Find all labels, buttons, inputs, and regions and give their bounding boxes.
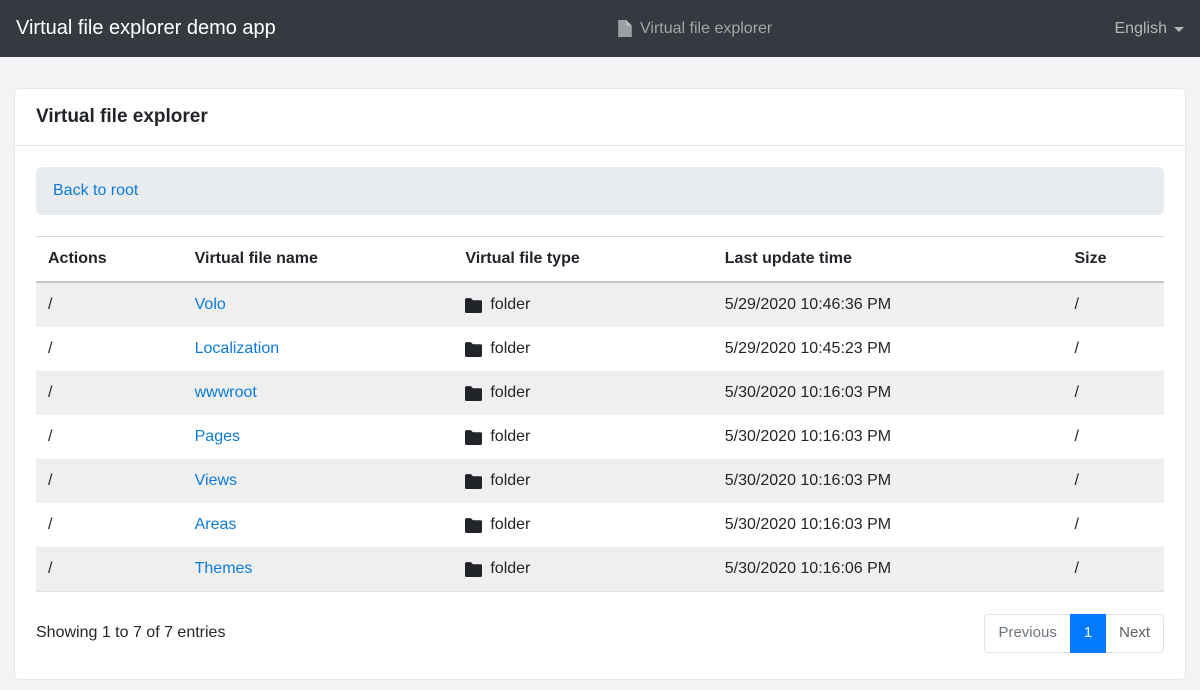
- table-row: /Volofolder5/29/2020 10:46:36 PM/: [36, 282, 1164, 327]
- back-to-root-bar: Back to root: [36, 167, 1164, 215]
- cell-size: /: [1062, 415, 1164, 459]
- folder-icon: [465, 474, 482, 489]
- cell-size: /: [1062, 371, 1164, 415]
- table-footer: Showing 1 to 7 of 7 entries Previous 1 N…: [36, 614, 1164, 653]
- pagination-page-1-button[interactable]: 1: [1070, 614, 1106, 653]
- header-updated: Last update time: [713, 237, 1063, 283]
- folder-icon: [465, 386, 482, 401]
- top-navbar: Virtual file explorer demo app Virtual f…: [0, 0, 1200, 57]
- table-row: /Viewsfolder5/30/2020 10:16:03 PM/: [36, 459, 1164, 503]
- cell-size: /: [1062, 547, 1164, 592]
- file-name-link[interactable]: Volo: [195, 296, 226, 313]
- folder-icon: [465, 562, 482, 577]
- cell-type: folder: [453, 547, 712, 592]
- cell-updated: 5/30/2020 10:16:03 PM: [713, 371, 1063, 415]
- language-label: English: [1115, 20, 1167, 38]
- header-type: Virtual file type: [453, 237, 712, 283]
- file-type-label: folder: [490, 516, 530, 534]
- language-dropdown[interactable]: English: [1115, 20, 1184, 38]
- app-brand[interactable]: Virtual file explorer demo app: [16, 17, 276, 40]
- file-type-label: folder: [490, 428, 530, 446]
- cell-name: Themes: [183, 547, 454, 592]
- cell-updated: 5/30/2020 10:16:06 PM: [713, 547, 1063, 592]
- pagination-next-button[interactable]: Next: [1105, 614, 1164, 653]
- cell-actions: /: [36, 503, 183, 547]
- cell-size: /: [1062, 282, 1164, 327]
- file-name-link[interactable]: Views: [195, 472, 237, 489]
- table-body: /Volofolder5/29/2020 10:46:36 PM//Locali…: [36, 282, 1164, 592]
- cell-name: Views: [183, 459, 454, 503]
- file-name-link[interactable]: Localization: [195, 340, 280, 357]
- header-size: Size: [1062, 237, 1164, 283]
- cell-type: folder: [453, 282, 712, 327]
- folder-icon: [465, 430, 482, 445]
- cell-name: wwwroot: [183, 371, 454, 415]
- cell-updated: 5/30/2020 10:16:03 PM: [713, 415, 1063, 459]
- cell-actions: /: [36, 282, 183, 327]
- file-type-label: folder: [490, 384, 530, 402]
- cell-type: folder: [453, 503, 712, 547]
- table-row: /wwwrootfolder5/30/2020 10:16:03 PM/: [36, 371, 1164, 415]
- cell-updated: 5/30/2020 10:16:03 PM: [713, 459, 1063, 503]
- cell-name: Pages: [183, 415, 454, 459]
- file-name-link[interactable]: Themes: [195, 560, 253, 577]
- cell-type: folder: [453, 415, 712, 459]
- file-table: Actions Virtual file name Virtual file t…: [36, 236, 1164, 592]
- cell-name: Localization: [183, 327, 454, 371]
- table-row: / Localization folder 5/29/2020 10:45:23 PM…: [36, 327, 1164, 371]
- cell-type: folder: [453, 459, 712, 503]
- cell-actions: /: [36, 327, 183, 371]
- cell-actions: /: [36, 459, 183, 503]
- cell-updated: 5/30/2020 10:16:03 PM: [713, 503, 1063, 547]
- file-explorer-card: Virtual file explorer Back to root Actio…: [14, 88, 1186, 680]
- cell-type: folder: [453, 327, 712, 371]
- cell-size: /: [1062, 459, 1164, 503]
- file-type-label: folder: [490, 560, 530, 578]
- folder-icon: [465, 342, 482, 357]
- cell-actions: /: [36, 415, 183, 459]
- cell-actions: /: [36, 371, 183, 415]
- table-row: /Themesfolder5/30/2020 10:16:06 PM/: [36, 547, 1164, 592]
- table-row: /Areasfolder5/30/2020 10:16:03 PM/: [36, 503, 1164, 547]
- folder-icon: [465, 518, 482, 533]
- navbar-center-label: Virtual file explorer: [640, 20, 772, 38]
- document-icon: [618, 20, 632, 37]
- file-type-label: folder: [490, 296, 530, 314]
- pagination: Previous 1 Next: [984, 614, 1164, 653]
- table-row: /Pagesfolder5/30/2020 10:16:03 PM/: [36, 415, 1164, 459]
- cell-size: /: [1062, 327, 1164, 371]
- header-name: Virtual file name: [183, 237, 454, 283]
- cell-size: /: [1062, 503, 1164, 547]
- cell-type: folder: [453, 371, 712, 415]
- file-name-link[interactable]: Areas: [195, 516, 237, 533]
- chevron-down-icon: [1174, 27, 1184, 32]
- navbar-center-link[interactable]: Virtual file explorer: [618, 20, 772, 38]
- cell-updated: 5/29/2020 10:45:23 PM: [713, 327, 1063, 371]
- table-header-row: Actions Virtual file name Virtual file t…: [36, 237, 1164, 283]
- page-title: Virtual file explorer: [15, 89, 1185, 146]
- header-actions: Actions: [36, 237, 183, 283]
- cell-actions: /: [36, 547, 183, 592]
- cell-name: Areas: [183, 503, 454, 547]
- file-name-link[interactable]: wwwroot: [195, 384, 257, 401]
- pagination-previous-button[interactable]: Previous: [984, 614, 1070, 653]
- cell-updated: 5/29/2020 10:46:36 PM: [713, 282, 1063, 327]
- card-body: Back to root Actions Virtual file name V…: [15, 146, 1185, 679]
- file-type-label: folder: [490, 472, 530, 490]
- back-to-root-link[interactable]: Back to root: [53, 182, 138, 199]
- entries-summary: Showing 1 to 7 of 7 entries: [36, 624, 225, 642]
- folder-icon: [465, 298, 482, 313]
- file-name-link[interactable]: Pages: [195, 428, 240, 445]
- file-type-label: folder: [490, 340, 530, 358]
- cell-name: Volo: [183, 282, 454, 327]
